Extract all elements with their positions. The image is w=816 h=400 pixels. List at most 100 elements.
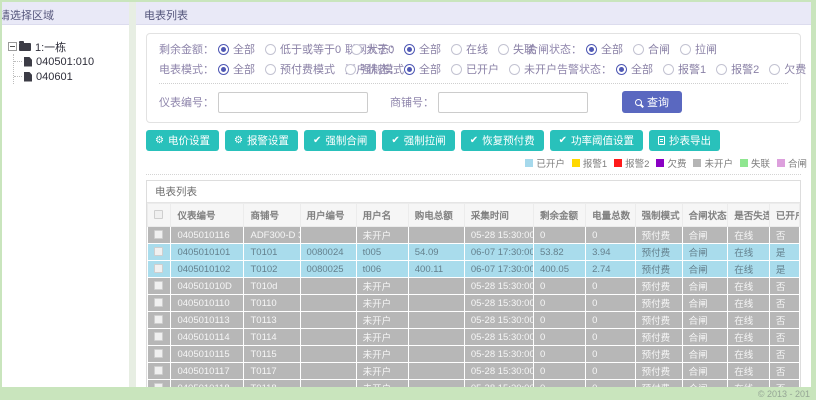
filter-group: 开户状态： 全部 已开户 未开户 <box>345 61 557 77</box>
table-cell: ADF300-D 3 <box>243 226 301 244</box>
legend-item: 失联 <box>739 156 770 170</box>
tree-collapse-icon[interactable] <box>8 42 17 51</box>
legend-label: 报警1 <box>582 159 608 170</box>
table-cell: 预付费 <box>634 311 683 329</box>
radio-icon <box>633 43 644 55</box>
row-checkbox[interactable] <box>154 349 163 359</box>
row-checkbox[interactable] <box>154 315 163 325</box>
row-select-cell <box>146 379 172 387</box>
column-header: 采集时间 <box>463 203 534 227</box>
meter-no-input[interactable] <box>218 91 368 113</box>
row-checkbox[interactable] <box>154 383 163 387</box>
radio-option[interactable]: 全部 <box>218 41 255 57</box>
column-header: 已开户 <box>768 203 801 227</box>
query-button[interactable]: 查询 <box>622 91 682 113</box>
radio-option[interactable]: 已开户 <box>451 61 499 77</box>
radio-option[interactable]: 全部 <box>586 41 623 57</box>
table-cell: 0 <box>585 345 636 363</box>
row-checkbox[interactable] <box>154 332 163 342</box>
action-button-label: 强制拉闸 <box>403 135 446 147</box>
action-button[interactable]: ✔ 恢复预付费 <box>460 130 544 151</box>
row-checkbox[interactable] <box>154 281 163 291</box>
table-cell <box>299 226 357 244</box>
radio-label: 全部 <box>631 64 653 76</box>
table-cell: 53.82 <box>532 243 587 261</box>
radio-option[interactable]: 全部 <box>616 61 653 77</box>
table-cell: 05-28 15:30:00 <box>463 277 534 295</box>
row-checkbox[interactable] <box>154 264 163 274</box>
filter-row-2: 电表模式： 全部 预付费模式 强制模式 开户状态： 全部 已开户 未开户 告警状态： 全部 报警1 报… <box>159 59 806 79</box>
radio-option[interactable]: 在线 <box>451 41 488 57</box>
radio-option[interactable]: 合闸 <box>633 41 670 57</box>
radio-option[interactable]: 全部 <box>404 41 441 57</box>
table-cell: 未开户 <box>355 294 409 312</box>
table-cell: 在线 <box>727 277 770 295</box>
action-button[interactable]: ⚙ 电价设置 <box>146 130 219 151</box>
tree-root-node[interactable]: 1:一栋 <box>8 39 125 54</box>
row-select-cell <box>146 362 172 380</box>
gear-icon: ⚙ <box>233 134 243 146</box>
legend-swatch <box>776 159 785 167</box>
table-cell: 0405010118 <box>170 379 245 387</box>
shop-no-input[interactable] <box>438 91 588 113</box>
row-select-cell <box>146 328 172 346</box>
radio-label: 低于或等于0 <box>280 44 342 56</box>
action-button[interactable]: ⚙ 报警设置 <box>224 130 298 151</box>
radio-option[interactable]: 低于或等于0 <box>265 41 341 57</box>
action-button[interactable]: ✔ 强制拉闸 <box>382 130 455 151</box>
table-cell: 05-28 15:30:00 <box>463 379 534 387</box>
table-row: 040501010D T010d 未开户 05-28 15:30:00 0 0 预付费 合闸在… <box>146 277 801 295</box>
table-cell: 0 <box>585 311 636 329</box>
radio-option[interactable]: 报警2 <box>716 61 759 77</box>
table-cell: 0405010101 <box>170 243 245 261</box>
tree-child-node[interactable]: 040601 <box>14 69 125 84</box>
export-readings-button[interactable]: 抄表导出 <box>649 130 720 151</box>
table-cell: 0405010117 <box>170 362 245 380</box>
radio-option[interactable]: 欠费 <box>769 61 806 77</box>
radio-option[interactable]: 全部 <box>218 61 255 77</box>
radio-option[interactable]: 未开户 <box>509 61 557 77</box>
action-button-label: 功率阈值设置 <box>571 135 634 147</box>
table-cell: T0114 <box>243 328 301 346</box>
tree-child-node[interactable]: 040501:010 <box>14 54 125 69</box>
table-cell: 预付费 <box>634 260 683 278</box>
radio-option[interactable]: 全部 <box>404 61 441 77</box>
table-cell: 0 <box>532 226 587 244</box>
table-cell: 0080024 <box>299 243 357 261</box>
action-button[interactable]: ✔ 强制合闸 <box>303 130 377 151</box>
row-checkbox[interactable] <box>154 366 163 376</box>
main-content: 剩余金额： 全部 低于或等于0 大于0 联网状态： 全部 在线 失联 合闸状态： 全部 合闸 拉闸 电… <box>136 25 811 387</box>
row-checkbox[interactable] <box>154 230 163 240</box>
table-cell: 预付费 <box>634 362 683 380</box>
radio-option[interactable]: 预付费模式 <box>265 61 335 77</box>
row-select-cell <box>146 243 172 261</box>
radio-option[interactable]: 拉闸 <box>680 41 717 57</box>
radio-option[interactable]: 报警1 <box>663 61 706 77</box>
radio-label: 在线 <box>466 44 488 56</box>
table-cell: 在线 <box>727 243 770 261</box>
radio-label: 全部 <box>419 64 441 76</box>
row-checkbox[interactable] <box>154 247 163 257</box>
table-cell: 在线 <box>727 294 770 312</box>
action-button-label: 报警设置 <box>246 135 289 147</box>
column-header: 用户编号 <box>299 203 357 227</box>
radio-icon <box>404 43 415 55</box>
table-cell: 040501010D <box>170 277 245 295</box>
table-row: 0405010113 T0113 未开户 05-28 15:30:00 0 0 预付费 合闸在… <box>146 311 801 329</box>
row-checkbox[interactable] <box>154 298 163 308</box>
table-cell: 未开户 <box>355 226 409 244</box>
radio-label: 预付费模式 <box>280 64 335 76</box>
table-cell: T0101 <box>243 243 301 261</box>
select-all-checkbox[interactable] <box>154 210 163 220</box>
radio-icon <box>345 63 356 75</box>
table-cell: 2.74 <box>585 260 636 278</box>
table-cell: 0 <box>532 311 587 329</box>
table-cell <box>299 379 357 387</box>
table-cell: 0405010102 <box>170 260 245 278</box>
table-header-row: 仪表编号 商铺号 用户编号 用户名 购电总额 采集时间 剩余金额 电量总数 强制模式 合闸状态 是否… <box>146 203 801 227</box>
radio-label: 合闸 <box>648 44 670 56</box>
table-cell: 0405010114 <box>170 328 245 346</box>
action-button[interactable]: ✔ 功率阈值设置 <box>549 130 643 151</box>
radio-icon <box>451 43 462 55</box>
table-cell: 在线 <box>727 362 770 380</box>
